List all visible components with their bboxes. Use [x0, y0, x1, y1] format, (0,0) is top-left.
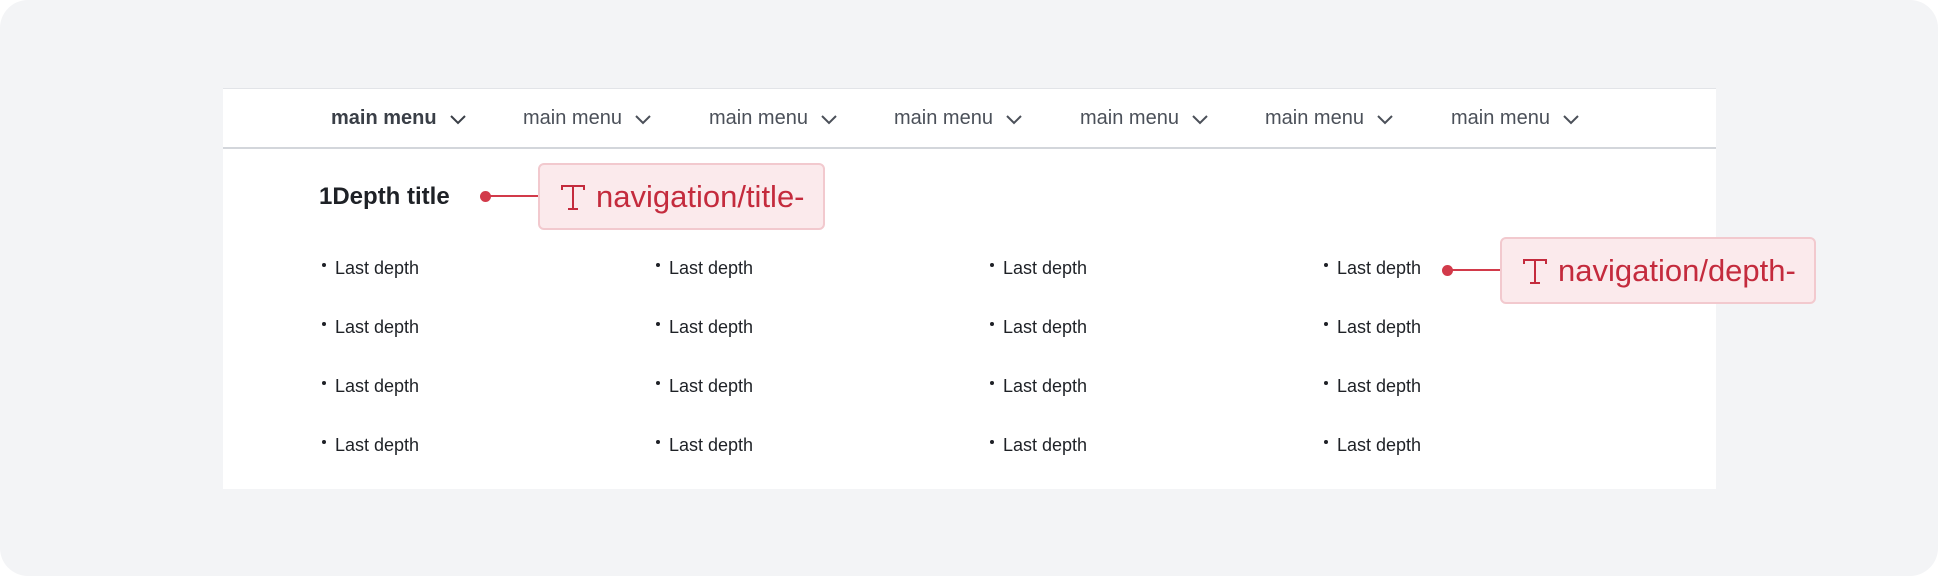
- main-menu-label: main menu: [1265, 107, 1364, 129]
- last-depth-link[interactable]: Last depth: [990, 258, 1087, 279]
- bullet-icon: [1324, 321, 1328, 326]
- annotation-depth-label: navigation/depth-: [1558, 252, 1796, 288]
- main-menu-label: main menu: [894, 107, 993, 129]
- last-depth-link[interactable]: Last depth: [1324, 376, 1421, 397]
- main-menu-item-7[interactable]: main menu: [1451, 89, 1580, 148]
- text-type-icon: [561, 184, 585, 210]
- bullet-icon: [656, 262, 660, 267]
- last-depth-link[interactable]: Last depth: [656, 376, 753, 397]
- bullet-icon: [656, 321, 660, 326]
- annotation-title-label: navigation/title-: [596, 178, 805, 214]
- last-depth-label: Last depth: [1003, 317, 1088, 337]
- depth-title: 1Depth title: [319, 183, 450, 210]
- last-depth-link[interactable]: Last depth: [322, 376, 419, 397]
- annotation-depth-tag: navigation/depth-: [1500, 237, 1816, 304]
- bullet-icon: [1324, 439, 1328, 444]
- bullet-icon: [322, 321, 326, 326]
- bullet-icon: [990, 321, 994, 326]
- navigation-panel: main menu main menu main menu main menu …: [223, 88, 1716, 489]
- last-depth-link[interactable]: Last depth: [990, 376, 1087, 397]
- bullet-icon: [990, 380, 994, 385]
- last-depth-label: Last depth: [669, 376, 754, 396]
- last-depth-label: Last depth: [1003, 376, 1088, 396]
- last-depth-link[interactable]: Last depth: [990, 317, 1087, 338]
- last-depth-label: Last depth: [1337, 317, 1422, 337]
- main-menu-label: main menu: [709, 107, 808, 129]
- last-depth-label: Last depth: [1003, 435, 1088, 455]
- main-menu-label: main menu: [1451, 107, 1550, 129]
- text-type-icon: [1523, 258, 1547, 284]
- last-depth-label: Last depth: [1003, 258, 1088, 278]
- bullet-icon: [1324, 262, 1328, 267]
- last-depth-label: Last depth: [335, 435, 420, 455]
- main-menu-label: main menu: [1080, 107, 1179, 129]
- bullet-icon: [322, 439, 326, 444]
- last-depth-label: Last depth: [1337, 258, 1422, 278]
- main-menu-item-2[interactable]: main menu: [523, 89, 652, 148]
- main-menu-item-6[interactable]: main menu: [1265, 89, 1394, 148]
- last-depth-link[interactable]: Last depth: [322, 317, 419, 338]
- last-depth-link[interactable]: Last depth: [656, 317, 753, 338]
- last-depth-link[interactable]: Last depth: [1324, 435, 1421, 456]
- chevron-down-icon: [449, 113, 467, 125]
- bullet-icon: [656, 439, 660, 444]
- last-depth-link[interactable]: Last depth: [1324, 258, 1421, 279]
- last-depth-link[interactable]: Last depth: [656, 258, 753, 279]
- chevron-down-icon: [1005, 113, 1023, 125]
- main-menu-item-4[interactable]: main menu: [894, 89, 1023, 148]
- last-depth-label: Last depth: [1337, 435, 1422, 455]
- main-menu-item-1[interactable]: main menu: [331, 89, 467, 148]
- chevron-down-icon: [634, 113, 652, 125]
- annotation-connector: [1448, 269, 1502, 271]
- last-depth-label: Last depth: [1337, 376, 1422, 396]
- bullet-icon: [990, 262, 994, 267]
- bullet-icon: [1324, 380, 1328, 385]
- last-depth-link[interactable]: Last depth: [322, 258, 419, 279]
- bullet-icon: [322, 380, 326, 385]
- chevron-down-icon: [820, 113, 838, 125]
- main-menu-bar: main menu main menu main menu main menu …: [223, 88, 1716, 149]
- annotation-connector: [486, 195, 539, 197]
- last-depth-link[interactable]: Last depth: [1324, 317, 1421, 338]
- bullet-icon: [656, 380, 660, 385]
- chevron-down-icon: [1562, 113, 1580, 125]
- last-depth-link[interactable]: Last depth: [656, 435, 753, 456]
- last-depth-label: Last depth: [335, 376, 420, 396]
- last-depth-label: Last depth: [335, 317, 420, 337]
- last-depth-label: Last depth: [669, 258, 754, 278]
- last-depth-label: Last depth: [335, 258, 420, 278]
- main-menu-label: main menu: [331, 107, 437, 129]
- chevron-down-icon: [1191, 113, 1209, 125]
- chevron-down-icon: [1376, 113, 1394, 125]
- last-depth-label: Last depth: [669, 317, 754, 337]
- last-depth-link[interactable]: Last depth: [990, 435, 1087, 456]
- last-depth-link[interactable]: Last depth: [322, 435, 419, 456]
- last-depth-label: Last depth: [669, 435, 754, 455]
- main-menu-item-3[interactable]: main menu: [709, 89, 838, 148]
- main-menu-label: main menu: [523, 107, 622, 129]
- annotation-title-tag: navigation/title-: [538, 163, 825, 230]
- bullet-icon: [322, 262, 326, 267]
- main-menu-item-5[interactable]: main menu: [1080, 89, 1209, 148]
- bullet-icon: [990, 439, 994, 444]
